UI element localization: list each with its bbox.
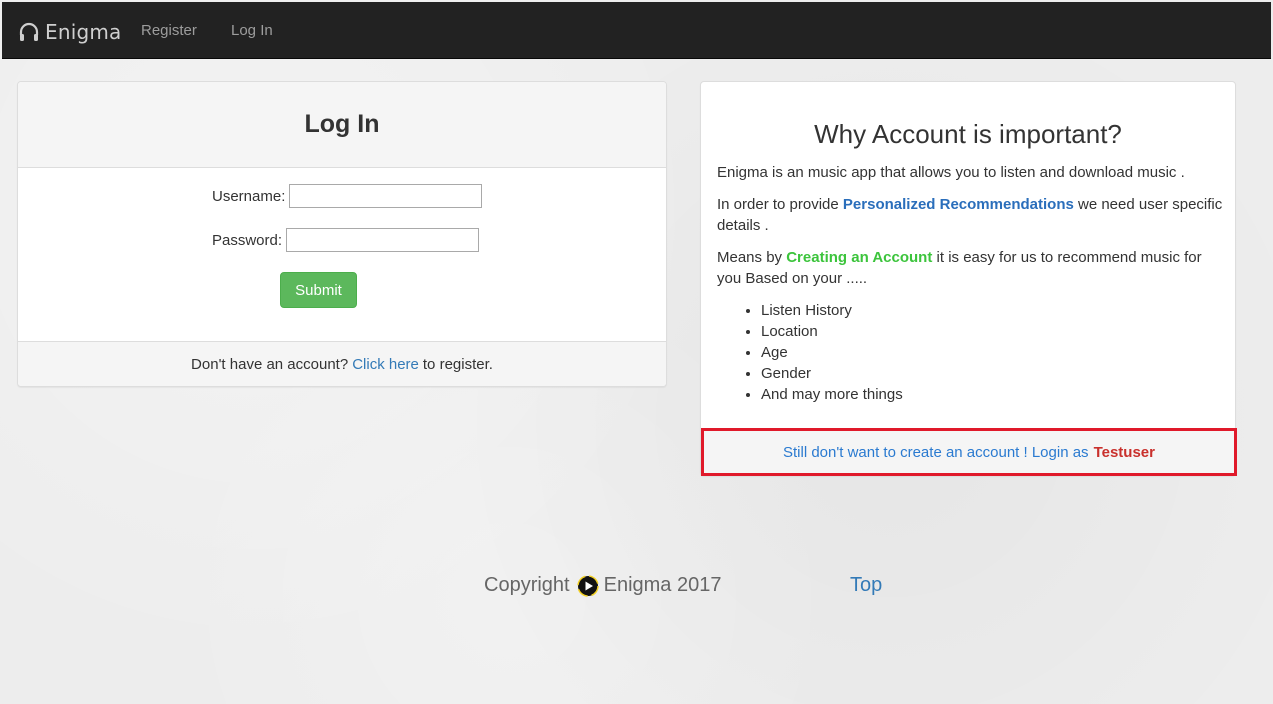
- info-paragraph-3: Means by Creating an Account it is easy …: [717, 247, 1223, 289]
- nav-login-link[interactable]: Log In: [231, 22, 273, 39]
- brand-name: Enigma: [45, 20, 122, 44]
- list-item: And may more things: [761, 384, 1223, 405]
- creating-account-highlight: Creating an Account: [786, 249, 933, 266]
- register-prompt-suffix: to register.: [422, 355, 493, 373]
- copyright: Copyright Enigma 2017: [484, 574, 721, 597]
- list-item: Location: [761, 321, 1223, 342]
- nav-register-link[interactable]: Register: [141, 22, 197, 39]
- info-panel: Why Account is important? Enigma is an m…: [700, 81, 1236, 476]
- list-item: Age: [761, 342, 1223, 363]
- register-prompt-prefix: Don't have an account?: [191, 355, 349, 373]
- p3-prefix: Means by: [717, 249, 783, 266]
- play-logo-icon: [576, 574, 599, 597]
- headphones-icon: [19, 22, 39, 41]
- personalized-recommendations-highlight: Personalized Recommendations: [842, 196, 1074, 213]
- username-input[interactable]: [289, 184, 483, 208]
- username-row: Username:: [212, 184, 483, 208]
- brand[interactable]: Enigma: [17, 18, 122, 46]
- benefits-list: Listen History Location Age Gender And m…: [717, 300, 1223, 405]
- p2-prefix: In order to provide: [717, 196, 839, 213]
- copyright-prefix: Copyright: [484, 574, 570, 596]
- username-label: Username:: [212, 187, 286, 205]
- navbar: Enigma Register Log In: [2, 2, 1271, 59]
- info-paragraph-1: Enigma is an music app that allows you t…: [717, 164, 1185, 181]
- info-paragraph-2: In order to provide Personalized Recomme…: [717, 194, 1223, 236]
- testuser-login-link[interactable]: Still don't want to create an account ! …: [783, 444, 1089, 461]
- register-link[interactable]: Click here: [352, 356, 419, 373]
- list-item: Listen History: [761, 300, 1223, 321]
- login-heading: Log In: [18, 82, 666, 168]
- list-item: Gender: [761, 363, 1223, 384]
- password-label: Password:: [212, 231, 283, 249]
- info-title: Why Account is important?: [814, 119, 1122, 149]
- top-link[interactable]: Top: [850, 574, 882, 597]
- submit-button[interactable]: Submit: [280, 272, 357, 308]
- password-input[interactable]: [286, 228, 480, 252]
- copyright-suffix: Enigma 2017: [603, 574, 722, 596]
- login-footer: Don't have an account? Click here to reg…: [18, 341, 666, 386]
- info-body: Enigma is an music app that allows you t…: [717, 162, 1223, 405]
- login-title: Log In: [304, 110, 380, 138]
- login-panel: Log In Username: Password: Submit Don't …: [17, 81, 667, 387]
- password-row: Password:: [212, 228, 480, 252]
- testuser-login-box[interactable]: Still don't want to create an account ! …: [701, 428, 1237, 476]
- testuser-name[interactable]: Testuser: [1094, 444, 1155, 461]
